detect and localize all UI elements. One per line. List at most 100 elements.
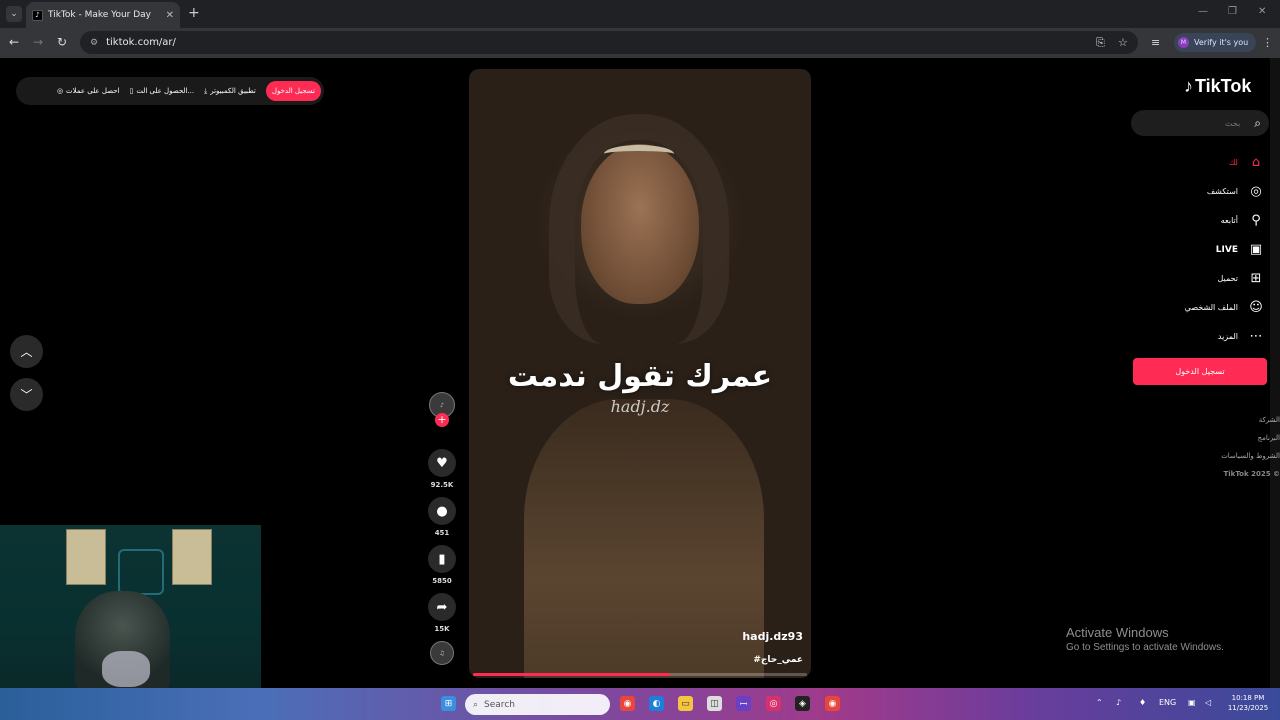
chevron-down-icon: ﹀ [20, 388, 33, 402]
maximize-button[interactable]: ❐ [1228, 6, 1237, 17]
verify-label: Verify it's you [1194, 38, 1249, 47]
browser-menu-icon[interactable]: ⋮ [1262, 36, 1273, 49]
microphone-icon[interactable]: ♦ [1139, 698, 1146, 707]
volume-icon[interactable]: ♪ [1116, 698, 1121, 707]
taskbar-search[interactable]: ⌕ Search [465, 694, 610, 715]
windows-taskbar: ⊞ ⌕ Search ◉ ◐ ▭ ◫ ꟷ ◎ ◈ ◉ ⌃ ♪ ♦ ENG ▣ ◁… [0, 688, 1280, 720]
chrome-profile-icon[interactable]: ◉ [825, 696, 840, 711]
home-icon: ⌂ [1251, 155, 1261, 170]
sidebar-item-label: الملف الشخصي [1184, 303, 1238, 312]
heart-icon: ♥ [436, 455, 448, 471]
sidebar-item-live[interactable]: LIVE ▣ [1114, 235, 1264, 264]
video-frame-face [581, 144, 699, 304]
site-info-icon[interactable]: ⚙ [90, 38, 98, 48]
live-icon: ▣ [1249, 242, 1263, 257]
chrome-icon[interactable]: ◉ [620, 696, 635, 711]
browser-tab-bar: ⌄ ♪ TikTok - Make Your Day ✕ + — ❐ ✕ [0, 0, 1280, 28]
install-app-icon[interactable]: ⎘ [1096, 36, 1105, 50]
speaker-icon[interactable]: ◁ [1205, 698, 1211, 707]
sidebar-item-upload[interactable]: تحميل ⊞ [1114, 264, 1264, 293]
address-bar[interactable]: ⚙ tiktok.com/ar/ [80, 31, 1138, 54]
activate-windows-title: Activate Windows [1066, 625, 1169, 640]
get-coins-label: احصل على عملات [66, 87, 120, 95]
follow-button[interactable]: + [435, 413, 449, 427]
file-explorer-icon[interactable]: ▭ [678, 696, 693, 711]
download-icon: ⤓ [204, 86, 208, 95]
sidebar-item-profile[interactable]: الملف الشخصي ☺ [1114, 293, 1264, 322]
sidebar-item-for-you[interactable]: لك ⌂ [1114, 148, 1264, 177]
profile-icon: ☺ [1249, 300, 1263, 315]
tab-close-icon[interactable]: ✕ [166, 10, 174, 21]
sound-disc[interactable]: ♫ [430, 641, 454, 665]
video-progress-fill [473, 673, 671, 676]
teams-icon[interactable]: ꟷ [736, 696, 751, 711]
browser-tab[interactable]: ♪ TikTok - Make Your Day ✕ [26, 2, 180, 28]
footer-link-terms[interactable]: الشروط والسياسات [1221, 447, 1280, 465]
share-icon: ➦ [436, 599, 448, 615]
video-progress-bar[interactable] [473, 673, 807, 676]
page-scrollbar[interactable] [1270, 58, 1280, 688]
action-rail: ♪ + ♥ 92.5K ● 451 ▮ 5850 ➦ 15K ♫ [426, 392, 458, 665]
app-icon[interactable]: ◈ [795, 696, 810, 711]
verify-profile-button[interactable]: M Verify it's you [1174, 33, 1257, 52]
media-controls-icon[interactable]: ≡ [1151, 36, 1160, 49]
get-desktop-app-label: تطبيق الكمبيوتر [210, 87, 256, 95]
phone-icon: ▯ [129, 87, 134, 95]
instagram-icon[interactable]: ◎ [766, 696, 781, 711]
footer-link-company[interactable]: الشركة [1221, 411, 1280, 429]
footer-copyright: TikTok 2025 © [1223, 470, 1280, 478]
search-input[interactable]: بحث ⌕ [1131, 110, 1269, 136]
save-button[interactable]: ▮ [428, 545, 456, 573]
share-button[interactable]: ➦ [428, 593, 456, 621]
tray-overflow-icon[interactable]: ⌃ [1096, 698, 1103, 707]
reload-button[interactable]: ↻ [57, 35, 67, 49]
previous-video-button[interactable]: ︿ [10, 335, 43, 368]
sidebar-item-explore[interactable]: استكشف ◎ [1114, 177, 1264, 206]
get-app-link[interactable]: ▯ الحصول على الت... [129, 87, 194, 95]
activate-windows-watermark: Activate Windows Go to Settings to activ… [1066, 625, 1224, 653]
next-video-button[interactable]: ﹀ [10, 378, 43, 411]
window-close-button[interactable]: ✕ [1258, 6, 1266, 17]
language-indicator[interactable]: ENG [1159, 698, 1176, 707]
tab-search-button[interactable]: ⌄ [6, 6, 22, 22]
sidebar-login-button[interactable]: تسجيل الدخول [1133, 358, 1267, 385]
sidebar-item-label: استكشف [1206, 187, 1238, 196]
chevron-up-icon: ︿ [20, 345, 33, 359]
sidebar-item-label: تحميل [1217, 274, 1239, 283]
comment-button[interactable]: ● [428, 497, 456, 525]
comment-icon: ● [436, 503, 448, 519]
tiktok-logo-text: TikTok [1195, 76, 1252, 96]
comment-count: 451 [434, 529, 450, 537]
taskbar-search-placeholder: Search [484, 699, 515, 710]
browser-toolbar: ← → ↻ ⚙ tiktok.com/ar/ ⎘ ☆ ≡ M Verify it… [0, 28, 1280, 58]
tiktok-logo[interactable]: ♪ TikTok [1184, 76, 1251, 97]
activate-windows-subtitle: Go to Settings to activate Windows. [1066, 642, 1224, 653]
like-button[interactable]: ♥ [428, 449, 456, 477]
search-icon[interactable]: ⌕ [1254, 116, 1261, 131]
forward-button[interactable]: → [33, 35, 43, 49]
new-tab-button[interactable]: + [188, 5, 200, 21]
bookmark-icon: ▮ [438, 551, 446, 567]
top-login-button[interactable]: تسجيل الدخول [265, 81, 321, 101]
sidebar-item-following[interactable]: أتابعه ⚲ [1114, 206, 1264, 235]
taskbar-clock[interactable]: 10:18 PM 11/23/2025 [1224, 693, 1272, 713]
get-desktop-app-link[interactable]: ⤓ تطبيق الكمبيوتر [204, 87, 256, 96]
search-placeholder: بحث [1225, 118, 1241, 128]
video-hashtag[interactable]: #عمي_حاج [753, 655, 803, 665]
edge-icon[interactable]: ◐ [649, 696, 664, 711]
sidebar-item-more[interactable]: المزيد ⋯ [1114, 322, 1264, 351]
start-icon[interactable]: ⊞ [441, 696, 456, 711]
save-count: 5850 [432, 577, 452, 585]
video-author[interactable]: hadj.dz93 [742, 630, 803, 643]
get-coins-link[interactable]: ◎ احصل على عملات [57, 87, 120, 95]
sidebar-item-label: لك [1228, 158, 1238, 167]
minimize-button[interactable]: — [1198, 6, 1208, 17]
network-icon[interactable]: ▣ [1188, 698, 1196, 707]
footer-link-program[interactable]: البرنامج [1221, 429, 1280, 447]
bookmark-star-icon[interactable]: ☆ [1118, 36, 1128, 49]
webcam-overlay [0, 525, 261, 688]
sidebar-nav: لك ⌂ استكشف ◎ أتابعه ⚲ LIVE ▣ تحميل ⊞ ال… [1114, 148, 1264, 351]
store-icon[interactable]: ◫ [707, 696, 722, 711]
video-player[interactable]: عمرك تقول ندمت hadj.dz hadj.dz93 #عمي_حا… [469, 69, 811, 678]
back-button[interactable]: ← [9, 35, 19, 49]
